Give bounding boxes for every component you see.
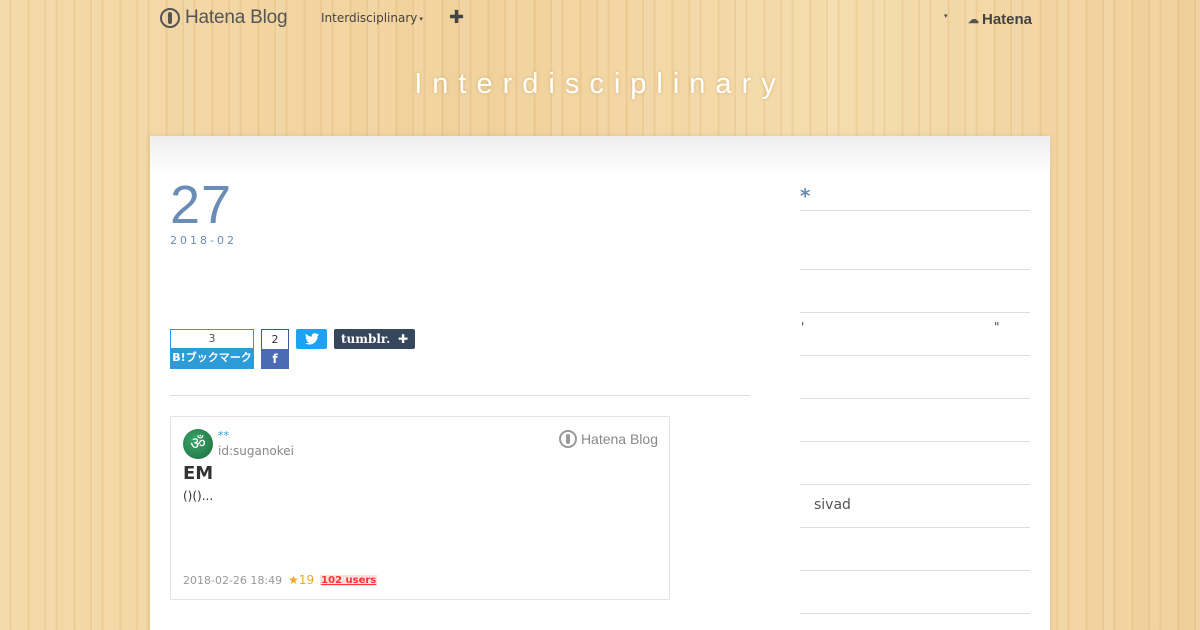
sidebar-divider (800, 269, 1030, 270)
star-count[interactable]: ★19 (288, 573, 314, 587)
facebook-icon: f (261, 349, 289, 369)
blog-switcher-menu[interactable]: Interdisciplinary ▾ (321, 11, 423, 25)
hatena-bookmark-button[interactable]: 3 B!ブックマーク (170, 329, 254, 369)
sidebar-item-quote-open[interactable]: ' (801, 320, 804, 334)
card-hatena-blog-text: Hatena Blog (580, 431, 658, 447)
hatena-blog-logo-icon (160, 8, 180, 28)
hatena-bookmark-label: B!ブックマーク (170, 348, 254, 369)
plus-icon: ✚ (397, 332, 408, 346)
entry-date-day[interactable]: 27 (170, 174, 232, 236)
hatena-blog-logo-text: Hatena Blog (185, 7, 288, 28)
blog-switcher-label: Interdisciplinary (321, 11, 418, 25)
sidebar-divider (800, 441, 1030, 442)
sidebar-divider (800, 312, 1030, 313)
sidebar: * ' " sivad (800, 136, 1030, 630)
card-hatena-blog-logo[interactable]: Hatena Blog (558, 430, 658, 448)
blog-title[interactable]: Interdisciplinary (0, 68, 1200, 101)
new-entry-button[interactable]: ✚ (449, 7, 464, 28)
author-avatar[interactable]: ॐ (183, 429, 213, 459)
tumblr-share-button[interactable]: tumblr. ✚ (334, 329, 415, 349)
hatena-cloud-icon: ☁ (968, 14, 979, 26)
sidebar-heading-asterisk: * (800, 184, 811, 208)
hatena-logo-link[interactable]: ☁ Hatena (968, 11, 1032, 28)
card-description: ()()... (183, 489, 214, 503)
bookmark-users-link[interactable]: 102 users (320, 574, 378, 586)
sidebar-divider (800, 484, 1030, 485)
entry-divider (170, 395, 750, 396)
hatena-logo-text: Hatena (982, 11, 1033, 28)
chevron-down-icon: ▾ (419, 14, 423, 23)
facebook-share-count: 2 (261, 329, 289, 349)
card-author-name[interactable]: ** (218, 429, 229, 442)
sidebar-divider (800, 210, 1030, 211)
twitter-share-button[interactable] (296, 329, 327, 349)
entry-date-year-month[interactable]: 2018-02 (170, 234, 237, 247)
sidebar-item-sivad[interactable]: sivad (814, 497, 851, 513)
sidebar-divider (800, 355, 1030, 356)
twitter-icon (304, 333, 319, 345)
sidebar-divider (800, 570, 1030, 571)
card-title[interactable]: EM (183, 463, 213, 484)
global-header: Hatena Blog Interdisciplinary ▾ ✚ ▾ ☁ Hat… (0, 0, 1200, 38)
hatena-blog-logo-icon (558, 430, 577, 448)
content-panel: 27 2018-02 3 B!ブックマーク 2 f tumblr. ✚ ॐ **… (150, 136, 1050, 630)
hatena-blog-logo[interactable]: Hatena Blog (160, 7, 288, 29)
tumblr-label: tumblr. (341, 332, 391, 346)
card-timestamp: 2018-02-26 18:49 (183, 573, 283, 587)
sidebar-divider (800, 613, 1030, 614)
sidebar-item-quote-close[interactable]: " (994, 320, 1000, 334)
card-meta: 2018-02-26 18:49 ★19 102 users (183, 573, 378, 587)
sidebar-divider (800, 398, 1030, 399)
card-user-id[interactable]: id:suganokei (218, 444, 294, 458)
sidebar-divider (800, 527, 1030, 528)
user-menu-chevron-icon[interactable]: ▾ (944, 12, 948, 20)
hatena-bookmark-count: 3 (170, 329, 254, 348)
embedded-blog-card[interactable]: ॐ ** id:suganokei Hatena Blog EM ()()...… (170, 416, 670, 600)
facebook-share-button[interactable]: 2 f (261, 329, 289, 369)
